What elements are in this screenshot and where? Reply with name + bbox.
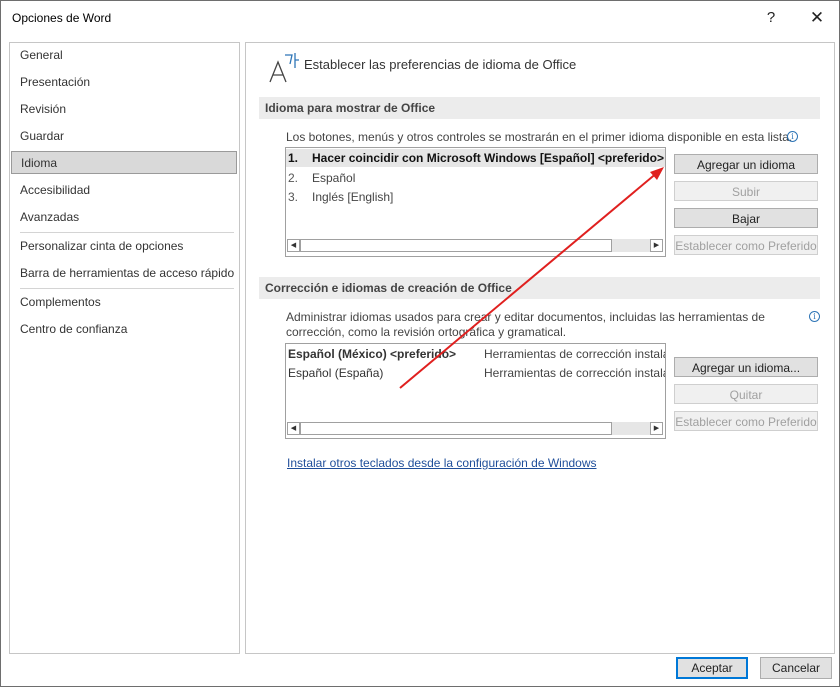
word-options-dialog: Opciones de Word ? ✕ General Presentació…: [0, 0, 840, 687]
scrollbar-thumb[interactable]: [300, 422, 612, 435]
sidebar-item-personalizar-cinta[interactable]: Personalizar cinta de opciones: [10, 235, 237, 258]
set-preferred-display-button[interactable]: Establecer como Preferido: [674, 235, 818, 255]
sidebar-item-accesibilidad[interactable]: Accesibilidad: [10, 179, 237, 202]
sidebar-item-idioma[interactable]: Idioma: [11, 151, 237, 174]
list-item[interactable]: Español (España) Herramientas de correcc…: [286, 364, 665, 382]
add-authoring-language-button[interactable]: Agregar un idioma...: [674, 357, 818, 377]
scrollbar-track[interactable]: [612, 422, 650, 435]
horizontal-scrollbar[interactable]: ◀ ▶: [287, 239, 663, 252]
sidebar-nav: General Presentación Revisión Guardar Id…: [9, 42, 240, 654]
help-button[interactable]: ?: [757, 7, 785, 29]
window-title: Opciones de Word: [12, 11, 112, 25]
scroll-left-icon[interactable]: ◀: [287, 422, 300, 435]
sidebar-item-guardar[interactable]: Guardar: [10, 125, 237, 148]
scroll-left-icon[interactable]: ◀: [287, 239, 300, 252]
language-settings-panel: Establecer las preferencias de idioma de…: [245, 42, 835, 654]
info-icon[interactable]: i: [809, 311, 820, 322]
cancel-button[interactable]: Cancelar: [760, 657, 832, 679]
install-keyboards-link[interactable]: Instalar otros teclados desde la configu…: [287, 456, 597, 470]
remove-language-button[interactable]: Quitar: [674, 384, 818, 404]
sidebar-item-general[interactable]: General: [10, 44, 237, 67]
ok-button[interactable]: Aceptar: [676, 657, 748, 679]
sidebar-item-avanzadas[interactable]: Avanzadas: [10, 206, 237, 229]
authoring-description-line1: Administrar idiomas usados para crear y …: [286, 310, 765, 324]
list-item[interactable]: 1. Hacer coincidir con Microsoft Windows…: [286, 149, 665, 167]
page-title: Establecer las preferencias de idioma de…: [304, 57, 577, 72]
close-button[interactable]: ✕: [803, 7, 831, 29]
scrollbar-track[interactable]: [612, 239, 650, 252]
move-down-button[interactable]: Bajar: [674, 208, 818, 228]
display-language-description: Los botones, menús y otros controles se …: [286, 130, 793, 144]
scroll-right-icon[interactable]: ▶: [650, 422, 663, 435]
authoring-language-section-header: Corrección e idiomas de creación de Offi…: [259, 277, 820, 299]
info-icon[interactable]: i: [787, 131, 798, 142]
language-icon: [269, 53, 299, 83]
sidebar-item-centro-confianza[interactable]: Centro de confianza: [10, 318, 237, 341]
sidebar-item-barra-acceso-rapido[interactable]: Barra de herramientas de acceso rápido: [10, 262, 237, 285]
sidebar-item-presentacion[interactable]: Presentación: [10, 71, 237, 94]
horizontal-scrollbar[interactable]: ◀ ▶: [287, 422, 663, 435]
display-language-section-header: Idioma para mostrar de Office: [259, 97, 820, 119]
list-item[interactable]: 3. Inglés [English]: [286, 188, 665, 206]
list-item[interactable]: Español (México) <preferido> Herramienta…: [286, 345, 665, 363]
authoring-description-line2: corrección, como la revisión ortográfica…: [286, 325, 567, 339]
sidebar-divider: [20, 288, 234, 289]
sidebar-item-revision[interactable]: Revisión: [10, 98, 237, 121]
scrollbar-thumb[interactable]: [300, 239, 612, 252]
move-up-button[interactable]: Subir: [674, 181, 818, 201]
scroll-right-icon[interactable]: ▶: [650, 239, 663, 252]
sidebar-divider: [20, 232, 234, 233]
title-bar: Opciones de Word ? ✕: [1, 1, 839, 35]
sidebar-item-complementos[interactable]: Complementos: [10, 291, 237, 314]
list-item[interactable]: 2. Español: [286, 169, 665, 187]
add-display-language-button[interactable]: Agregar un idioma: [674, 154, 818, 174]
authoring-language-list[interactable]: Español (México) <preferido> Herramienta…: [285, 343, 666, 439]
set-preferred-authoring-button[interactable]: Establecer como Preferido: [674, 411, 818, 431]
display-language-list[interactable]: 1. Hacer coincidir con Microsoft Windows…: [285, 147, 666, 257]
